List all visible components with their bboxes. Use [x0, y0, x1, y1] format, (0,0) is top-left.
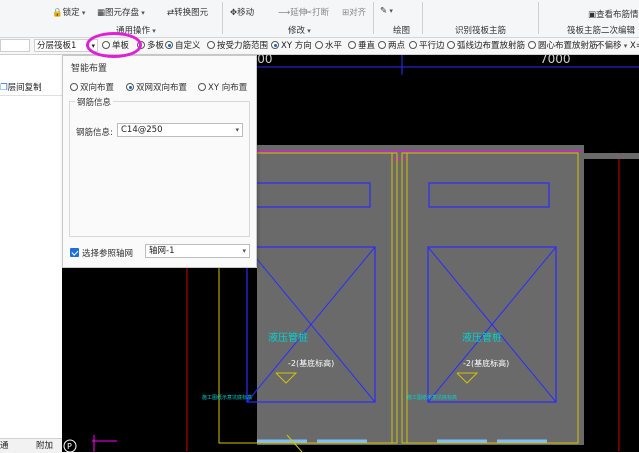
chevron-down-icon: ▾ — [141, 9, 145, 17]
radio-icon — [70, 83, 78, 91]
ribbon-move[interactable]: ✥移动 — [230, 6, 254, 18]
ribbon-group-secondary-edit: 筏板主筋二次编辑 — [567, 26, 636, 36]
tab-additional[interactable]: 附加 — [36, 439, 53, 453]
ribbon: 🔒锁定 ▾ ▦图元存盘 ▾ ⇄转换图元 通用操作 ▾ ✥移动 ⟶延伸 ✂打断 ⊞对齐 … — [0, 0, 639, 38]
tab-main[interactable]: 通 — [0, 439, 9, 453]
radio-icon — [207, 41, 215, 49]
radio-xy-direction[interactable]: XY 方向 — [271, 38, 312, 54]
radio-icon — [198, 83, 206, 91]
note-right: 施工图纸示意坑底标高 — [407, 394, 457, 401]
chevron-down-icon: ▾ — [152, 27, 156, 35]
radio-icon — [528, 41, 536, 49]
radio-custom[interactable]: 自定义 — [165, 38, 201, 54]
axis-marker: +++ — [392, 156, 407, 163]
radio-two-points[interactable]: 两点 — [378, 38, 405, 54]
ribbon-align[interactable]: ⊞对齐 — [342, 6, 366, 18]
dialog-title: 智能布置 — [71, 64, 108, 74]
rebar-info-label: 钢筋信息: — [76, 128, 113, 138]
radio-parallel-edge[interactable]: 平行边 — [409, 38, 445, 54]
ribbon-group-draw: 绘图 — [393, 26, 411, 36]
checkbox-checked-icon — [70, 248, 79, 257]
radio-icon — [165, 41, 173, 49]
offset-select[interactable]: 不偏移 ▾ — [596, 38, 630, 54]
badge-label: P — [67, 442, 72, 451]
option-xy-layout[interactable]: XY 向布置 — [198, 81, 247, 93]
radio-horizontal[interactable]: 水平 — [315, 38, 342, 54]
slab-region-edge — [584, 153, 639, 159]
note-left: 施工图纸示意坑底标高 — [202, 394, 252, 401]
save-element-icon: ▦ — [97, 8, 106, 18]
option-bidirectional[interactable]: 双向布置 — [70, 81, 114, 93]
smart-layout-dialog: 智能布置 双向布置 双网双向布置 XY 向布置 钢筋信息 钢筋信息: C14@2… — [62, 55, 257, 268]
left-panel: ❐层间复制 通 附加 — [0, 55, 63, 453]
ribbon-break[interactable]: ✂打断 — [305, 6, 329, 18]
radio-icon — [378, 41, 386, 49]
radio-icon — [409, 41, 417, 49]
axis-grid-select[interactable]: 轴网-1 ▾ — [145, 244, 250, 258]
radio-icon — [126, 83, 134, 91]
rebar-info-group-title: 钢筋信息 — [75, 96, 114, 108]
radio-icon — [315, 41, 323, 49]
radio-icon — [271, 41, 279, 49]
radio-icon — [447, 41, 455, 49]
dimension-right: 7000 — [540, 55, 571, 66]
highlight-circle — [86, 32, 142, 58]
pile-label-left: 液压管桩 — [268, 331, 308, 344]
ribbon-group-modify: 修改 ▾ — [288, 24, 313, 36]
ribbon-separator — [373, 2, 374, 34]
view-icon: ▣ — [588, 10, 597, 20]
layer-copy-button[interactable]: ❐层间复制 — [0, 81, 62, 96]
ribbon-separator — [422, 2, 423, 34]
rebar-info-group — [69, 101, 250, 237]
ribbon-draw-tool[interactable]: ✎ ▾ — [380, 6, 395, 16]
chevron-down-icon: ▾ — [242, 247, 246, 255]
ribbon-extend[interactable]: ⟶延伸 — [278, 6, 307, 18]
radio-by-rebar-range[interactable]: 按受力筋范围 — [207, 38, 268, 54]
ribbon-separator — [222, 2, 223, 34]
radio-vertical[interactable]: 垂直 — [348, 38, 375, 54]
extend-icon: ⟶ — [278, 8, 291, 18]
radio-center-radial[interactable]: 圆心布置放射筋 — [528, 38, 598, 54]
ribbon-convert-element[interactable]: ⇄转换图元 — [167, 6, 208, 18]
pile-label-right: 液压管桩 — [462, 331, 502, 344]
rebar-info-select[interactable]: C14@250 ▾ — [117, 123, 243, 137]
lock-icon: 🔒 — [52, 8, 63, 18]
elevation-left: -2(基底标高) — [288, 358, 334, 368]
chevron-down-icon: ▾ — [235, 126, 239, 134]
left-panel-tabs: 通 附加 — [0, 438, 62, 453]
layer-copy-icon: ❐ — [0, 83, 8, 93]
chevron-down-icon: ▾ — [623, 42, 628, 50]
chevron-down-icon: ▾ — [389, 7, 393, 15]
radio-arc-radial[interactable]: 弧线边布置放射筋 — [447, 38, 525, 54]
pen-icon: ✎ — [380, 6, 388, 16]
chevron-down-icon: ▾ — [81, 9, 86, 17]
option-double-mesh[interactable]: 双网双向布置 — [126, 81, 187, 93]
floor-select[interactable] — [0, 39, 30, 52]
offset-x-label: X= — [630, 41, 639, 51]
ribbon-save-element[interactable]: ▦图元存盘 ▾ — [97, 6, 147, 18]
ribbon-group-identify: 识别筏板主筋 — [455, 26, 507, 36]
axis-reference-checkbox[interactable]: 选择参照轴网 — [70, 247, 133, 259]
ribbon-view-rebar[interactable]: ▣查看布筋情况 — [588, 8, 639, 20]
ribbon-separator — [538, 2, 539, 34]
ribbon-lock[interactable]: 🔒锁定 ▾ — [52, 6, 88, 18]
radio-icon — [348, 41, 356, 49]
chevron-down-icon: ▾ — [307, 27, 311, 35]
elevation-right: -2(基底标高) — [463, 358, 509, 368]
